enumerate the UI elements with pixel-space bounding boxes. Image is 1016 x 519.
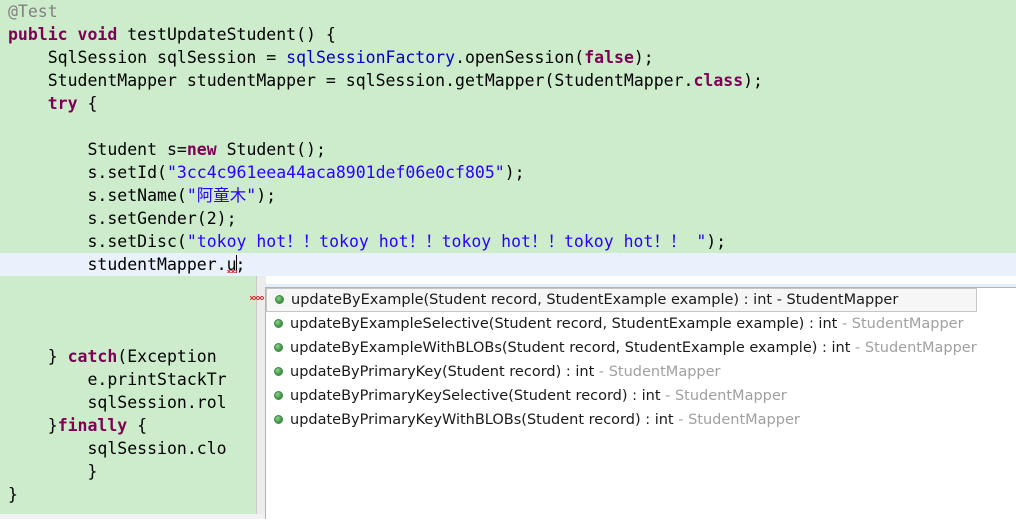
completion-signature: updateByExample(Student record, StudentE… — [291, 292, 772, 308]
field-sqlsessionfactory: sqlSessionFactory — [286, 48, 455, 67]
call-setname: s.setName( — [87, 186, 186, 205]
green-dot-icon — [274, 415, 283, 424]
completion-item[interactable]: updateByPrimaryKey(Student record) : int… — [266, 360, 1016, 384]
literal-gender: 2 — [207, 209, 217, 228]
editor-window: @Test public void testUpdateStudent() { … — [0, 0, 1016, 519]
call-close: sqlSession.clo — [87, 439, 226, 458]
call-setid: s.setId( — [87, 163, 166, 182]
stmt-end: ); — [706, 232, 726, 251]
code-line[interactable]: sqlSession.rol — [0, 391, 256, 414]
green-dot-icon — [274, 367, 283, 376]
keyword-catch: catch — [68, 347, 118, 366]
keyword-try: try — [48, 94, 78, 113]
completion-signature: updateByPrimaryKeyWithBLOBs(Student reco… — [290, 412, 674, 428]
brace-close: } — [48, 416, 58, 435]
code-line[interactable]: s.setGender(2); — [0, 207, 1016, 230]
literal-false: false — [584, 48, 634, 67]
completion-owner: - StudentMapper — [665, 388, 787, 404]
keyword-new: new — [187, 140, 217, 159]
string-name: "阿童木" — [187, 186, 256, 205]
code-line-blank[interactable] — [0, 299, 256, 322]
call-setgender: s.setGender( — [87, 209, 206, 228]
keyword-finally: finally — [58, 416, 128, 435]
call-setdisc: s.setDisc( — [87, 232, 186, 251]
editor-bottom-strip — [0, 514, 266, 519]
decl-student: Student s= — [87, 140, 186, 159]
code-line[interactable]: public void testUpdateStudent() { — [0, 23, 1016, 46]
completion-item[interactable]: updateByExampleWithBLOBs(Student record,… — [266, 336, 1016, 360]
code-area-upper[interactable]: @Test public void testUpdateStudent() { … — [0, 0, 1016, 276]
code-line[interactable]: Student s=new Student(); — [0, 138, 1016, 161]
completion-owner: - StudentMapper — [599, 364, 721, 380]
completion-owner: - StudentMapper — [777, 292, 899, 308]
code-line[interactable]: sqlSession.clo — [0, 437, 256, 460]
completion-owner: - StudentMapper — [678, 412, 800, 428]
keyword-public: public — [8, 25, 68, 44]
stmt-end: ); — [634, 48, 654, 67]
code-line-blank[interactable] — [0, 276, 256, 299]
string-id: "3cc4c961eea44aca8901def06e0cf805" — [167, 163, 505, 182]
call-opensession: .openSession( — [455, 48, 584, 67]
annotation-test: @Test — [8, 2, 58, 21]
typed-prefix: u — [227, 255, 237, 274]
code-line-current[interactable]: studentMapper.u; — [0, 253, 1016, 276]
brace-close: } — [87, 462, 97, 481]
keyword-void: void — [78, 25, 118, 44]
completion-item[interactable]: updateByPrimaryKeySelective(Student reco… — [266, 384, 1016, 408]
method-name: testUpdateStudent() { — [127, 25, 336, 44]
call-printstacktrace: e.printStackTr — [87, 370, 226, 389]
ctor-student: Student(); — [217, 140, 326, 159]
code-completion-popup[interactable]: updateByExample(Student record, StudentE… — [265, 287, 1016, 519]
expr-studentmapper: studentMapper. — [87, 255, 226, 274]
code-line[interactable]: StudentMapper studentMapper = sqlSession… — [0, 69, 1016, 92]
code-line[interactable]: s.setId("3cc4c961eea44aca8901def06e0cf80… — [0, 161, 1016, 184]
completion-signature: updateByPrimaryKeySelective(Student reco… — [290, 388, 661, 404]
code-line[interactable]: }finally { — [0, 414, 256, 437]
code-line[interactable]: } — [0, 483, 256, 506]
catch-param: (Exception — [117, 347, 216, 366]
completion-item[interactable]: updateByExample(Student record, StudentE… — [266, 288, 977, 312]
green-dot-icon — [274, 391, 283, 400]
completion-signature: updateByExampleSelective(Student record,… — [290, 316, 837, 332]
type-sqlsession: SqlSession sqlSession = — [48, 48, 286, 67]
green-dot-icon — [274, 319, 283, 328]
code-line[interactable]: @Test — [0, 0, 1016, 23]
brace-open: { — [88, 94, 98, 113]
error-squiggle-icon — [250, 296, 264, 300]
keyword-class: class — [693, 71, 743, 90]
completion-signature: updateByPrimaryKey(Student record) : int — [290, 364, 594, 380]
stmt-end: ); — [505, 163, 525, 182]
code-line[interactable]: s.setDisc("tokoy hot！！tokoy hot！！tokoy h… — [0, 230, 1016, 253]
code-area-lower[interactable]: } catch(Exception e.printStackTr sqlSess… — [0, 276, 256, 519]
brace-close-method: } — [8, 485, 18, 504]
code-line[interactable]: SqlSession sqlSession = sqlSessionFactor… — [0, 46, 1016, 69]
stmt-end: ); — [256, 186, 276, 205]
stmt-end: ); — [217, 209, 237, 228]
code-line[interactable]: try { — [0, 92, 1016, 115]
type-studentmapper: StudentMapper studentMapper = sqlSession… — [48, 71, 694, 90]
code-line-blank[interactable] — [0, 322, 256, 345]
call-rollback: sqlSession.rol — [87, 393, 226, 412]
code-line-blank[interactable] — [0, 115, 1016, 138]
green-dot-icon — [274, 343, 283, 352]
completion-owner: - StudentMapper — [842, 316, 964, 332]
brace-close: } — [48, 347, 68, 366]
completion-owner: - StudentMapper — [855, 340, 977, 356]
code-line[interactable]: } catch(Exception — [0, 345, 256, 368]
code-line[interactable]: s.setName("阿童木"); — [0, 184, 1016, 207]
stmt-end: ); — [743, 71, 763, 90]
brace-open: { — [127, 416, 147, 435]
completion-signature: updateByExampleWithBLOBs(Student record,… — [290, 340, 850, 356]
code-line[interactable]: } — [0, 460, 256, 483]
completion-item[interactable]: updateByExampleSelective(Student record,… — [266, 312, 1016, 336]
completion-item[interactable]: updateByPrimaryKeyWithBLOBs(Student reco… — [266, 408, 1016, 432]
green-dot-icon — [275, 295, 284, 304]
string-disc: "tokoy hot！！tokoy hot！！tokoy hot！！tokoy … — [187, 232, 706, 251]
code-line[interactable]: e.printStackTr — [0, 368, 256, 391]
